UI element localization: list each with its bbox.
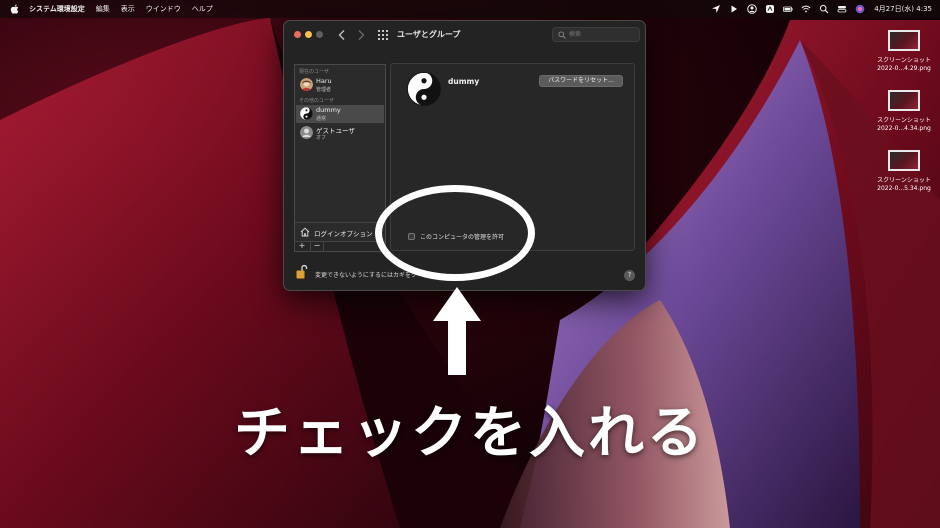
avatar bbox=[300, 78, 313, 91]
spotlight-search-icon[interactable] bbox=[818, 4, 829, 15]
house-icon bbox=[300, 227, 310, 237]
sidebar-divider bbox=[295, 222, 385, 223]
file-name-line1: スクリーンショット bbox=[877, 177, 931, 184]
highlight-ring bbox=[375, 185, 535, 281]
location-icon[interactable] bbox=[710, 4, 721, 15]
minimize-window-button[interactable] bbox=[305, 31, 312, 38]
battery-icon[interactable] bbox=[782, 4, 793, 15]
user-row-haru[interactable]: Haru 管理者 bbox=[296, 76, 384, 94]
yin-yang-avatar-icon[interactable] bbox=[407, 72, 441, 106]
window-title: ユーザとグループ bbox=[397, 30, 461, 39]
play-icon[interactable] bbox=[728, 4, 739, 15]
zoom-window-button[interactable] bbox=[316, 31, 323, 38]
help-button[interactable]: ? bbox=[624, 270, 635, 281]
screenshot-thumbnail bbox=[888, 30, 920, 51]
file-name-line1: スクリーンショット bbox=[877, 117, 931, 124]
search-input[interactable] bbox=[569, 29, 637, 40]
menubar-clock[interactable]: 4月27日(水) 4:35 bbox=[874, 4, 932, 14]
yin-yang-avatar-icon bbox=[300, 107, 313, 120]
menu-edit[interactable]: 編集 bbox=[96, 4, 110, 14]
lock-instruction-text: 変更できないようにするにはカギをク bbox=[315, 272, 417, 279]
annotation-caption: チェックを入れる bbox=[234, 401, 706, 466]
user-row-guest[interactable]: ゲストユーザ オフ bbox=[296, 124, 384, 142]
user-row-dummy[interactable]: dummy 通常 bbox=[296, 105, 384, 123]
up-arrow-icon bbox=[431, 285, 483, 377]
user-name: Haru bbox=[316, 77, 332, 85]
user-role: 通常 bbox=[316, 116, 327, 122]
user-role: 管理者 bbox=[316, 87, 332, 93]
user-name: dummy bbox=[316, 106, 341, 114]
current-user-section-label: 現在のユーザ bbox=[299, 69, 329, 75]
app-status-icon[interactable] bbox=[764, 4, 775, 15]
window-titlebar: ユーザとグループ bbox=[284, 21, 645, 49]
show-all-grid-icon[interactable] bbox=[378, 30, 388, 40]
remove-user-button[interactable]: − bbox=[310, 241, 324, 251]
screenshot-thumbnail bbox=[888, 90, 920, 111]
login-options-label: ログインオプション bbox=[314, 230, 373, 238]
user-role: オフ bbox=[316, 135, 327, 141]
file-name-line1: スクリーンショット bbox=[877, 57, 931, 64]
menu-app-name[interactable]: システム環境設定 bbox=[29, 4, 85, 14]
guest-user-avatar-icon bbox=[300, 126, 313, 139]
desktop-file-screenshot-2[interactable]: スクリーンショット 2022-0...4.34.png bbox=[869, 90, 939, 133]
unlock-padlock-icon[interactable] bbox=[296, 264, 308, 279]
menu-view[interactable]: 表示 bbox=[121, 4, 135, 14]
forward-arrow-icon[interactable] bbox=[356, 29, 366, 41]
reset-password-button[interactable]: パスワードをリセット... bbox=[539, 75, 623, 87]
login-options-item[interactable]: ログインオプション bbox=[296, 224, 384, 240]
search-icon bbox=[558, 31, 566, 39]
menu-window[interactable]: ウインドウ bbox=[146, 4, 181, 14]
file-name-line2: 2022-0...4.29.png bbox=[877, 65, 931, 72]
back-arrow-icon[interactable] bbox=[337, 29, 347, 41]
selected-user-name: dummy bbox=[448, 77, 480, 86]
search-box[interactable] bbox=[552, 27, 640, 42]
desktop-file-screenshot-3[interactable]: スクリーンショット 2022-0...5.34.png bbox=[869, 150, 939, 193]
screenshot-thumbnail bbox=[888, 150, 920, 171]
file-name-line2: 2022-0...4.34.png bbox=[877, 125, 931, 132]
siri-icon[interactable] bbox=[854, 4, 865, 15]
other-users-section-label: その他のユーザ bbox=[299, 98, 334, 104]
menu-bar: システム環境設定 編集 表示 ウインドウ ヘルプ 4月27日(水) 4:35 bbox=[0, 0, 940, 18]
control-center-icon[interactable] bbox=[836, 4, 847, 15]
wifi-icon[interactable] bbox=[800, 4, 811, 15]
file-name-line2: 2022-0...5.34.png bbox=[877, 185, 931, 192]
menu-help[interactable]: ヘルプ bbox=[192, 4, 213, 14]
status-area: 4月27日(水) 4:35 bbox=[703, 0, 932, 18]
desktop-file-screenshot-1[interactable]: スクリーンショット 2022-0...4.29.png bbox=[869, 30, 939, 73]
add-user-button[interactable]: + bbox=[295, 241, 309, 251]
close-window-button[interactable] bbox=[294, 31, 301, 38]
apple-menu-icon[interactable] bbox=[9, 3, 21, 15]
user-account-icon[interactable] bbox=[746, 4, 757, 15]
sidebar-bottom-bar: + − bbox=[295, 241, 385, 251]
user-list-sidebar: 現在のユーザ Haru 管理者 その他のユーザ dummy 通常 ゲストユーザ … bbox=[294, 64, 386, 252]
